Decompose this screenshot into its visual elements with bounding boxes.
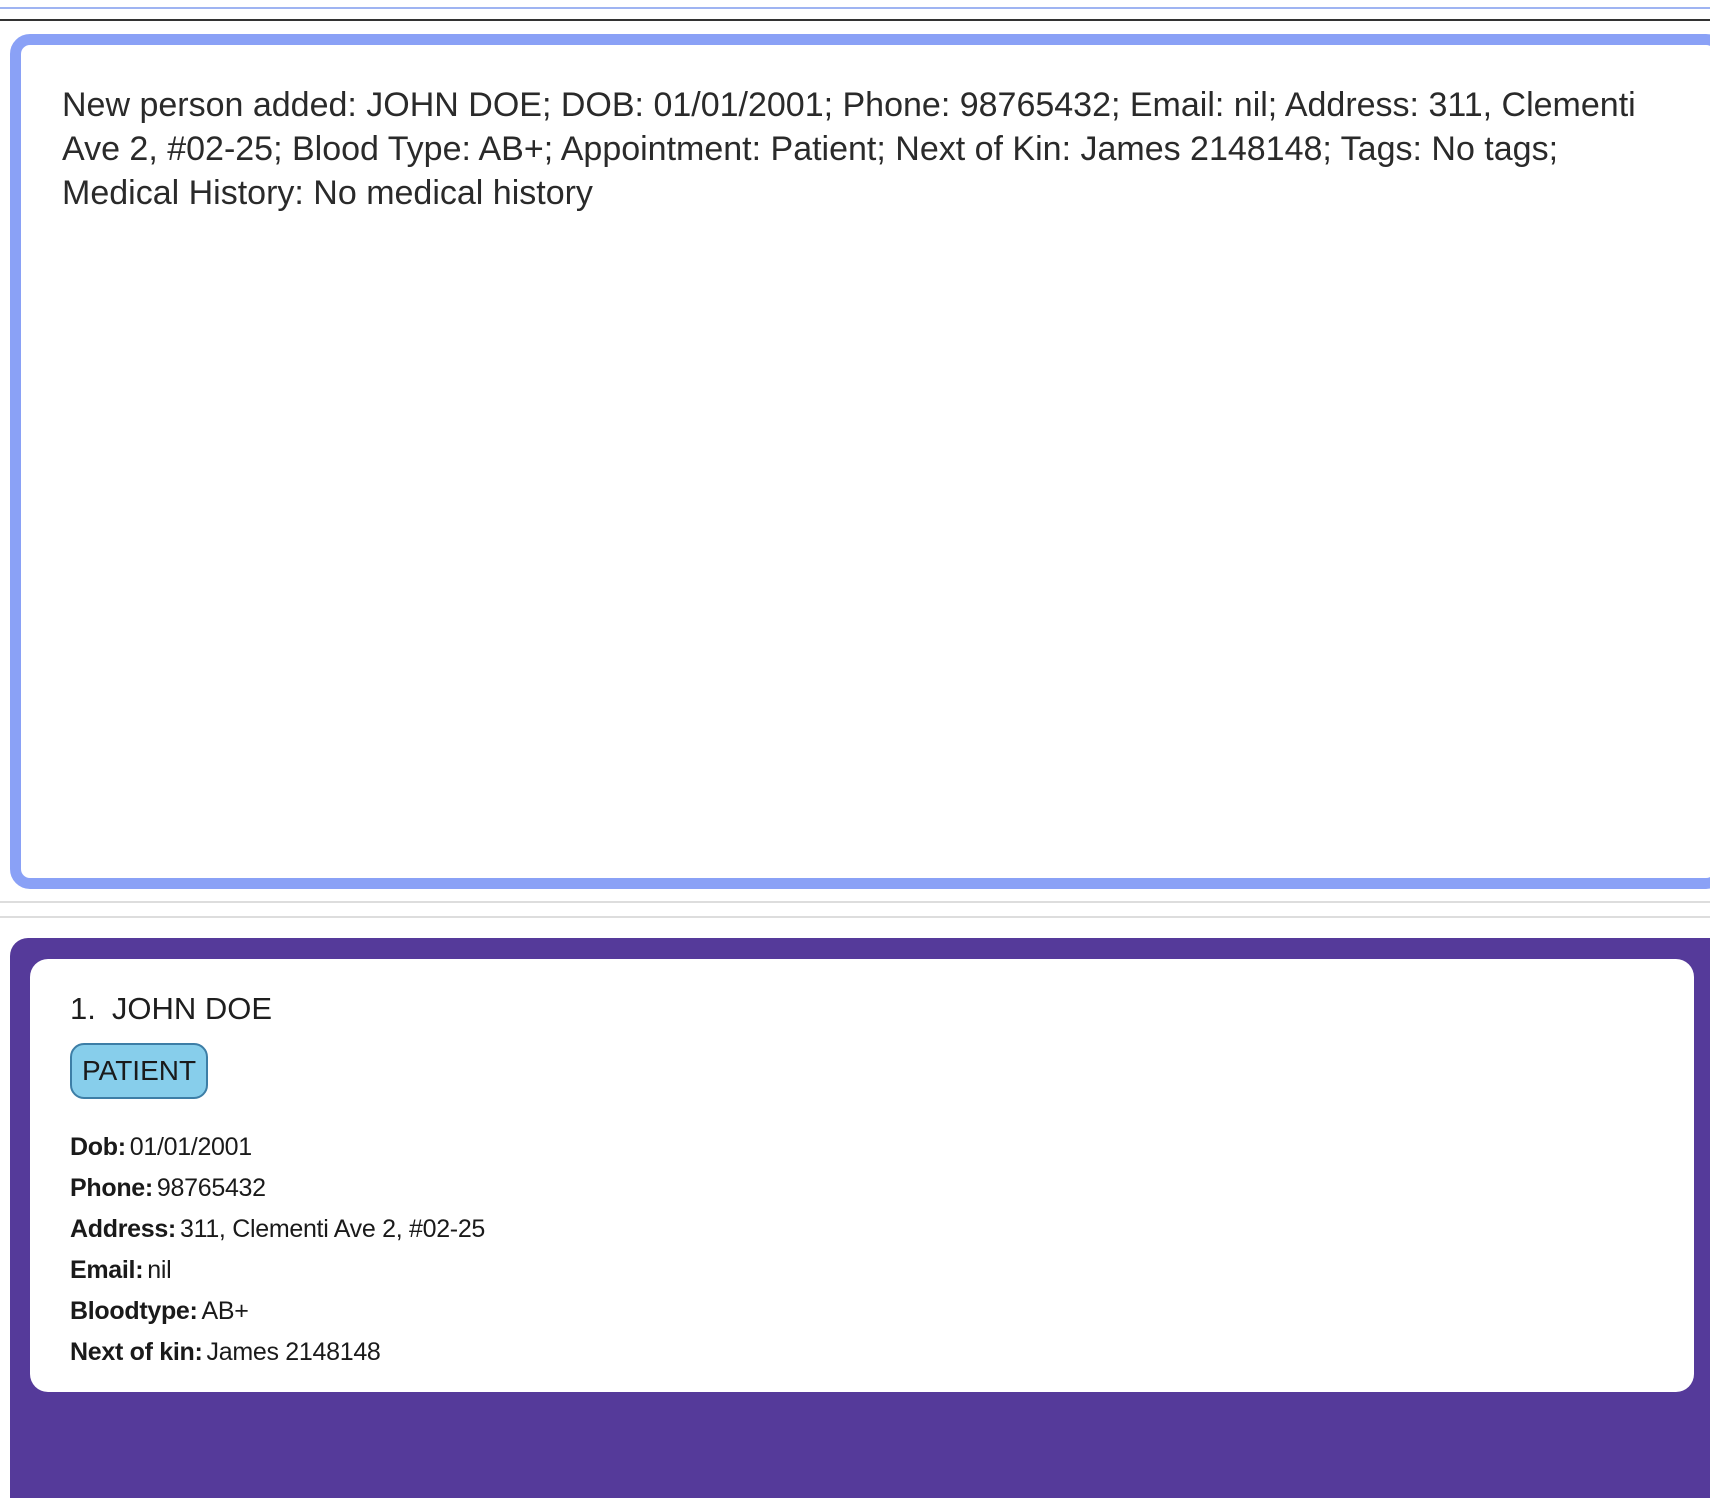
split-divider-lower — [0, 916, 1710, 918]
dob-value: 01/01/2001 — [129, 1133, 252, 1161]
dob-label: Dob: — [70, 1133, 126, 1161]
address-label: Address: — [70, 1215, 176, 1243]
person-name: JOHN DOE — [111, 991, 273, 1026]
bloodtype-label: Bloodtype: — [70, 1297, 198, 1325]
person-card[interactable]: 1. JOHN DOE PATIENT Dob: 01/01/2001 Phone… — [30, 959, 1694, 1392]
bloodtype-row: Bloodtype: AB+ — [70, 1291, 1654, 1332]
person-details: Dob: 01/01/2001 Phone: 98765432 Address: 31… — [70, 1127, 1654, 1373]
email-row: Email: nil — [70, 1250, 1654, 1291]
address-value: 311, Clementi Ave 2, #02-25 — [179, 1215, 486, 1243]
command-box-edge — [0, 0, 1710, 9]
next-of-kin-label: Next of kin: — [70, 1338, 203, 1366]
top-divider — [0, 19, 1710, 21]
result-message: New person added: JOHN DOE; DOB: 01/01/2… — [62, 86, 1636, 212]
bloodtype-value: AB+ — [201, 1297, 249, 1325]
person-index: 1. — [70, 991, 96, 1026]
next-of-kin-value: James 2148148 — [206, 1338, 381, 1366]
phone-row: Phone: 98765432 — [70, 1168, 1654, 1209]
dob-row: Dob: 01/01/2001 — [70, 1127, 1654, 1168]
phone-label: Phone: — [70, 1174, 153, 1202]
result-display[interactable]: New person added: JOHN DOE; DOB: 01/01/2… — [10, 34, 1710, 889]
appointment-tag: PATIENT — [70, 1043, 209, 1099]
tag-row: PATIENT — [70, 1043, 1654, 1099]
address-row: Address: 311, Clementi Ave 2, #02-25 — [70, 1209, 1654, 1250]
email-value: nil — [147, 1256, 172, 1284]
split-divider[interactable] — [0, 901, 1710, 903]
email-label: Email: — [70, 1256, 144, 1284]
phone-value: 98765432 — [156, 1174, 266, 1202]
person-card-header: 1. JOHN DOE — [70, 989, 1654, 1029]
next-of-kin-row: Next of kin: James 2148148 — [70, 1332, 1654, 1373]
